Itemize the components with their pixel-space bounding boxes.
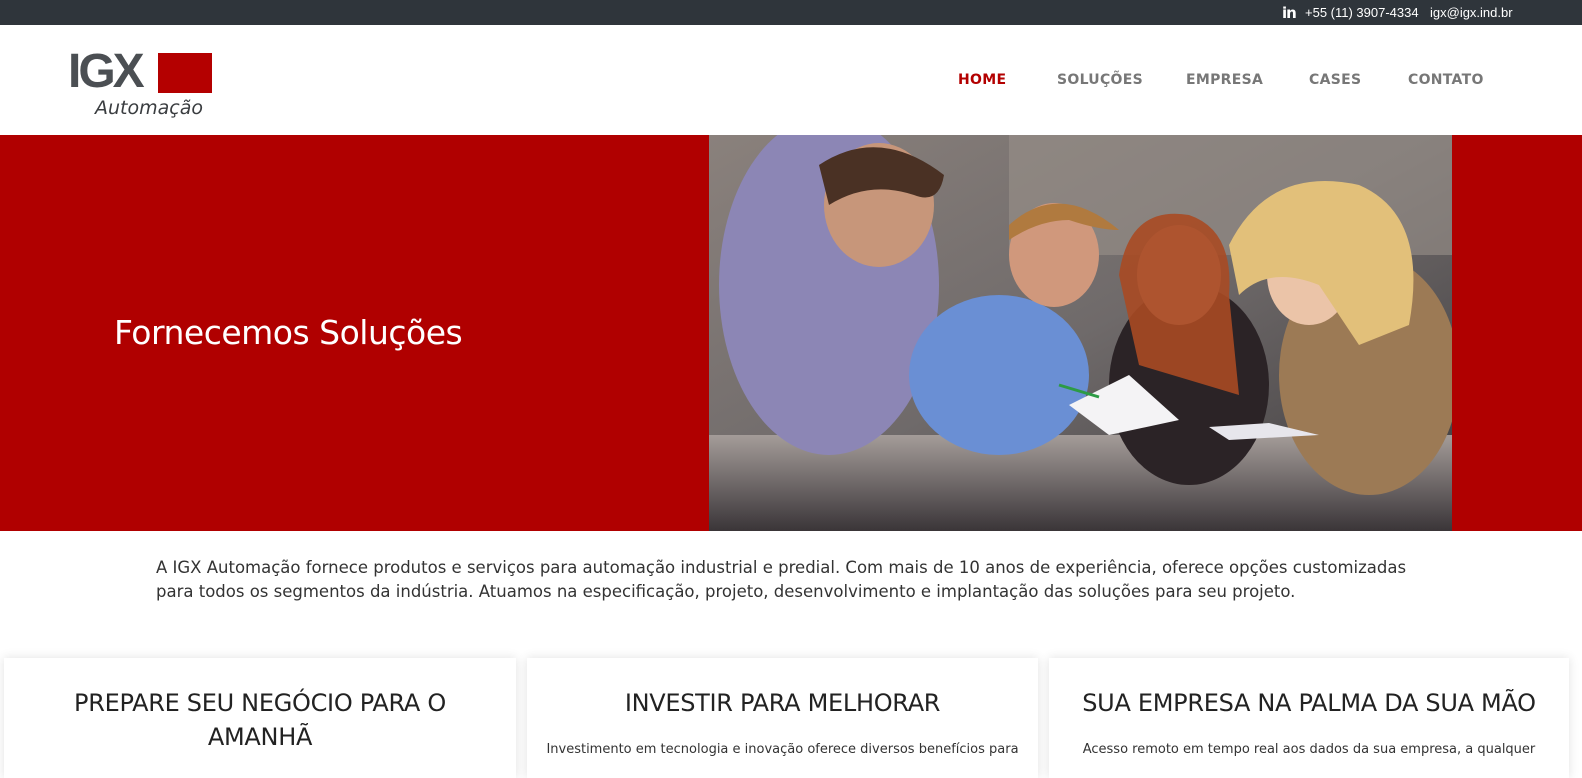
hero-photo xyxy=(709,135,1452,531)
card-title: SUA EMPRESA NA PALMA DA SUA MÃO xyxy=(1082,689,1536,717)
card-investir: INVESTIR PARA MELHORAR Investimento em t… xyxy=(527,658,1038,778)
card-title: INVESTIR PARA MELHORAR xyxy=(624,689,941,717)
main-nav: HOME SOLUÇÕES EMPRESA CASES CONTATO xyxy=(0,72,1582,92)
hero-title: Fornecemos Soluções xyxy=(114,313,463,352)
hero-banner: Fornecemos Soluções xyxy=(0,135,1582,531)
linkedin-icon[interactable]: in xyxy=(1282,4,1297,22)
nav-item-home[interactable]: HOME xyxy=(958,72,1006,88)
phone-number[interactable]: +55 (11) 3907-4334 xyxy=(1305,5,1419,20)
logo-subtitle: Automação xyxy=(95,97,203,119)
team-photo-illustration xyxy=(709,135,1452,531)
nav-item-empresa[interactable]: EMPRESA xyxy=(1186,72,1263,88)
card-text: Investimento em tecnologia e inovação of… xyxy=(546,742,1019,757)
card-prepare: PREPARE SEU NEGÓCIO PARA O AMANHÃ xyxy=(4,658,516,778)
nav-item-contato[interactable]: CONTATO xyxy=(1408,72,1484,88)
top-bar: in +55 (11) 3907-4334 igx@igx.ind.br xyxy=(0,0,1582,25)
card-text: Acesso remoto em tempo real aos dados da… xyxy=(1082,742,1536,757)
nav-item-cases[interactable]: CASES xyxy=(1309,72,1361,88)
nav-item-solucoes[interactable]: SOLUÇÕES xyxy=(1057,72,1143,88)
intro-text: A IGX Automação fornece produtos e servi… xyxy=(156,558,1407,601)
card-title: PREPARE SEU NEGÓCIO PARA O AMANHÃ xyxy=(74,689,446,751)
site-header: IGX Automação HOME SOLUÇÕES EMPRESA CASE… xyxy=(0,25,1582,135)
card-palma: SUA EMPRESA NA PALMA DA SUA MÃO Acesso r… xyxy=(1049,658,1569,778)
email-link[interactable]: igx@igx.ind.br xyxy=(1430,5,1513,20)
